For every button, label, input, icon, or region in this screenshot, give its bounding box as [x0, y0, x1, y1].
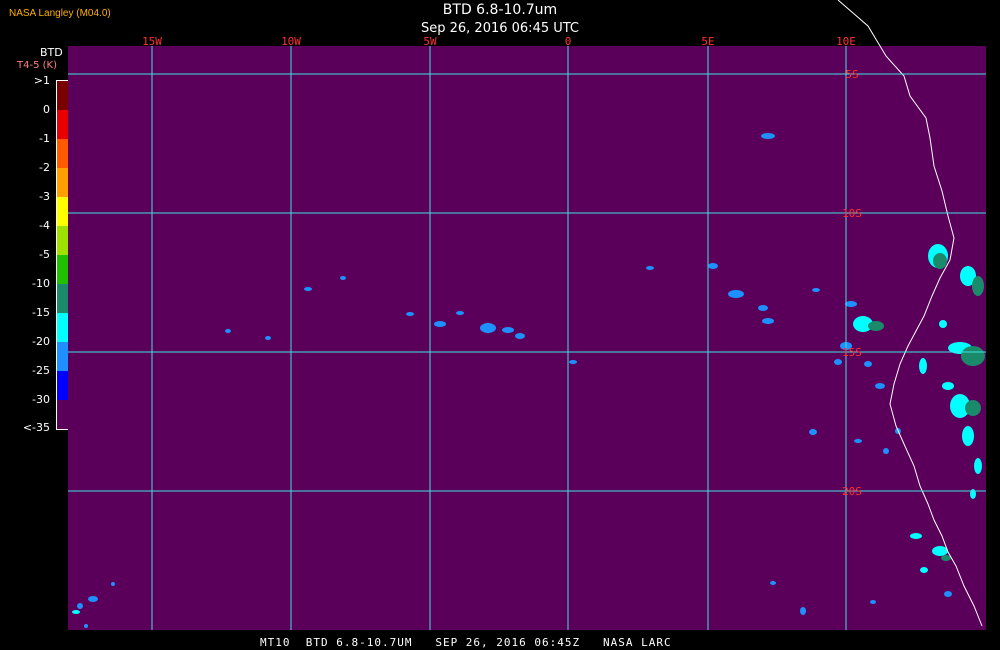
cloud-blob	[875, 383, 885, 389]
cloud-blob	[84, 624, 88, 628]
legend-unit: T4-5 (K)	[17, 60, 57, 71]
longitude-label: 15W	[142, 35, 162, 48]
cloud-blob	[864, 361, 872, 367]
legend-label: <-35	[22, 421, 50, 434]
map-timestamp: Sep 26, 2016 06:45 UTC	[420, 21, 580, 36]
legend-label: -20	[32, 335, 50, 348]
cloud-blob	[883, 448, 889, 454]
legend-label: -5	[39, 248, 50, 261]
legend-label: -10	[32, 277, 50, 290]
longitude-label: 5E	[701, 35, 714, 48]
latitude-label: 10S	[842, 207, 862, 220]
cloud-blob	[480, 323, 496, 333]
cloud-blob	[920, 567, 928, 573]
cloud-blob	[944, 591, 952, 597]
cloud-blob	[758, 305, 768, 311]
cloud-blob	[761, 133, 775, 139]
cloud-blob	[456, 311, 464, 315]
cloud-blob	[646, 266, 654, 270]
cloud-blob	[939, 320, 947, 328]
latitude-label: 20S	[842, 485, 862, 498]
cloud-blob	[77, 603, 83, 609]
cloud-blob	[845, 301, 857, 307]
cloud-blob	[340, 276, 346, 280]
cloud-blob	[932, 546, 948, 556]
satellite-map: 15W 10W 5W 0 5E 10E 5S 10S 15S 20S	[68, 0, 986, 630]
cloud-blob	[972, 276, 984, 296]
cloud-blob	[974, 458, 982, 474]
legend-label: -15	[32, 306, 50, 319]
latitude-label: 5S	[845, 68, 858, 81]
cloud-blob	[961, 346, 985, 366]
cloud-blob	[304, 287, 312, 291]
cloud-blob	[406, 312, 414, 316]
cloud-blob	[942, 382, 954, 390]
longitude-label: 10E	[836, 35, 856, 48]
cloud-blob	[812, 288, 820, 292]
latitude-label: 15S	[842, 346, 862, 359]
legend-label: -1	[39, 132, 50, 145]
cloud-blob	[708, 263, 718, 269]
cloud-blob	[569, 360, 577, 364]
cloud-blob	[834, 359, 842, 365]
cloud-blob	[868, 321, 884, 331]
cloud-blob	[225, 329, 231, 333]
cloud-blob	[762, 318, 774, 324]
cloud-blob	[88, 596, 98, 602]
cloud-blob	[265, 336, 271, 340]
legend-label: 0	[43, 103, 50, 116]
map-background	[68, 46, 986, 630]
cloud-blob	[72, 610, 80, 614]
cloud-blob	[515, 333, 525, 339]
legend-label: -3	[39, 190, 50, 203]
longitude-label: 0	[565, 35, 572, 48]
cloud-blob	[502, 327, 514, 333]
legend-label: -2	[39, 161, 50, 174]
legend-label: -25	[32, 364, 50, 377]
cloud-blob	[919, 358, 927, 374]
longitude-label: 5W	[423, 35, 437, 48]
cloud-blob	[728, 290, 744, 298]
cloud-blob	[800, 607, 806, 615]
legend-title: BTD	[40, 46, 63, 59]
footer-caption: MT10 BTD 6.8-10.7UM SEP 26, 2016 06:45Z …	[260, 636, 672, 649]
cloud-blob	[809, 429, 817, 435]
legend-label: >1	[33, 74, 50, 87]
cloud-blob	[941, 555, 951, 561]
cloud-blob	[962, 426, 974, 446]
cloud-blob	[770, 581, 776, 585]
cloud-blob	[111, 582, 115, 586]
cloud-blob	[434, 321, 446, 327]
cloud-blob	[870, 600, 876, 604]
legend-label: -30	[32, 393, 50, 406]
cloud-blob	[910, 533, 922, 539]
cloud-blob	[965, 400, 981, 416]
cloud-blob	[854, 439, 862, 443]
cloud-blob	[933, 253, 947, 269]
legend-label: -4	[39, 219, 50, 232]
longitude-label: 10W	[281, 35, 301, 48]
